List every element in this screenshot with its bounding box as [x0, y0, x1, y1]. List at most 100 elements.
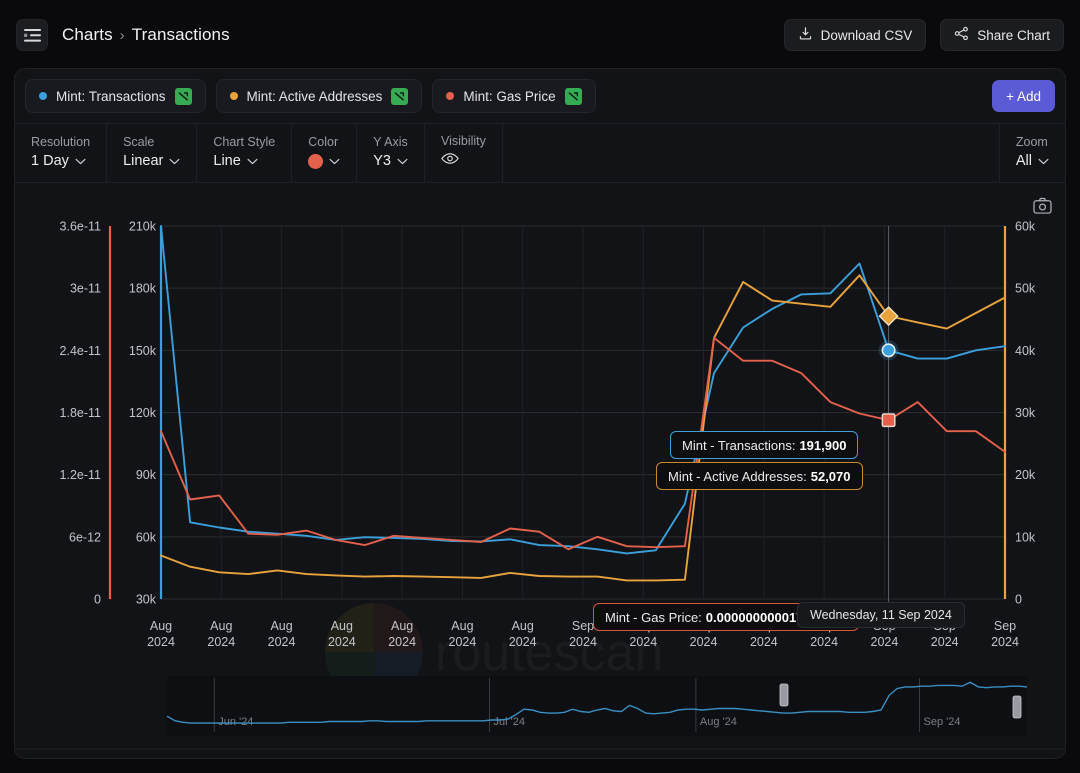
x-axis-tick-label: Aug	[451, 619, 473, 633]
x-axis-tick-label: 2024	[569, 635, 597, 649]
chart-card: Mint: Transactions Mint: Active Addresse…	[14, 68, 1066, 759]
x-axis-tick-label: Sep	[753, 619, 775, 633]
axis-tick-label: 1.2e-11	[60, 468, 102, 482]
axis-tick-label: 60k	[136, 530, 157, 544]
share-chart-button[interactable]: Share Chart	[940, 19, 1064, 51]
x-axis-tick-label: 2024	[750, 635, 778, 649]
line-chart-icon[interactable]	[174, 87, 192, 105]
control-chart-style[interactable]: Chart Style Line	[197, 124, 293, 182]
control-value: All	[1015, 152, 1032, 169]
control-value-wrap: Y3	[373, 153, 408, 170]
breadcrumb-root[interactable]: Charts	[62, 25, 113, 45]
axis-tick-label: 150k	[129, 344, 157, 358]
control-label: Y Axis	[373, 134, 408, 149]
control-zoom[interactable]: Zoom All	[1000, 124, 1065, 182]
add-series-button[interactable]: + Add	[992, 80, 1055, 112]
chevron-down-icon	[75, 153, 86, 170]
series-color-dot	[446, 92, 455, 100]
axis-tick-label: 20k	[1015, 468, 1036, 482]
navigator-handle-left	[779, 683, 789, 707]
x-axis-tick-label: 2024	[931, 635, 959, 649]
axis-tick-label: 120k	[129, 406, 157, 420]
page-header: Charts › Transactions Download CSV Share…	[0, 0, 1080, 70]
share-chart-label: Share Chart	[977, 27, 1050, 43]
x-axis-tick-label: 2024	[328, 635, 356, 649]
axis-tick-label: 90k	[136, 468, 157, 482]
x-axis-tick-label: Sep	[934, 619, 956, 633]
control-value-wrap	[308, 153, 340, 170]
series-chip-active-addresses[interactable]: Mint: Active Addresses	[215, 79, 423, 113]
control-visibility[interactable]: Visibility	[425, 124, 503, 182]
x-axis-tick-label: 2024	[449, 635, 477, 649]
control-scale[interactable]: Scale Linear	[107, 124, 198, 182]
series-chip-label: Mint: Active Addresses	[246, 88, 383, 104]
control-value-wrap: 1 Day	[31, 153, 90, 170]
line-chart-icon[interactable]	[391, 87, 409, 105]
series-chip-gas-price[interactable]: Mint: Gas Price	[432, 79, 596, 113]
marker-active-addresses	[878, 306, 899, 327]
axis-tick-label: 210k	[129, 220, 157, 234]
chevron-down-icon	[329, 153, 340, 170]
axis-tick-label: 10k	[1015, 530, 1036, 544]
control-label: Zoom	[1015, 134, 1048, 149]
control-value: Linear	[123, 152, 164, 169]
axis-tick-label: 2.4e-11	[60, 344, 102, 358]
eye-icon[interactable]	[441, 152, 459, 170]
control-value: Y3	[373, 152, 391, 169]
axis-tick-label: 1.8e-11	[60, 406, 102, 420]
x-axis-tick-label: 2024	[871, 635, 899, 649]
sidebar-toggle-icon[interactable]	[16, 19, 48, 51]
breadcrumb: Charts › Transactions	[62, 25, 230, 45]
chart-plot-area[interactable]: routescan 0 6e-12 1.2e-11 1.8e-11 2.4e-11 3e-1…	[15, 183, 1066, 758]
axis-tick-label: 30k	[1015, 406, 1036, 420]
control-value-wrap: Linear	[123, 153, 180, 170]
series-chips: Mint: Transactions Mint: Active Addresse…	[15, 69, 1065, 123]
x-axis-tick-label: Aug	[331, 619, 353, 633]
axis-tick-label: 0	[1015, 593, 1022, 607]
control-y-axis[interactable]: Y Axis Y3	[357, 124, 425, 182]
axis-tick-label: 6e-12	[69, 530, 101, 544]
x-axis-tick-label: Aug	[391, 619, 413, 633]
line-chart-icon[interactable]	[564, 87, 582, 105]
marker-transactions	[881, 343, 896, 358]
x-axis-tick-label: Sep	[692, 619, 714, 633]
x-axis-tick-label: 2024	[690, 635, 718, 649]
x-axis-tick-label: Aug	[210, 619, 232, 633]
navigator-tick-label: Sep '24	[924, 716, 961, 728]
controls-spacer	[503, 124, 1000, 182]
navigator-track	[167, 676, 1027, 736]
x-axis-tick-label: 2024	[991, 635, 1019, 649]
x-axis-tick-label: Sep	[994, 619, 1016, 633]
x-axis-tick-label: Aug	[270, 619, 292, 633]
axis-tick-label: 180k	[129, 282, 157, 296]
series-chip-transactions[interactable]: Mint: Transactions	[25, 79, 206, 113]
control-resolution[interactable]: Resolution 1 Day	[15, 124, 108, 182]
navigator-handle-right	[1012, 695, 1022, 719]
control-value-wrap	[441, 152, 486, 171]
navigator-tick-label: Aug '24	[700, 716, 737, 728]
x-axis-tick-label: 2024	[147, 635, 175, 649]
x-axis-tick-label: Aug	[512, 619, 534, 633]
axis-tick-label: 30k	[136, 593, 157, 607]
x-axis-tick-label: Sep	[572, 619, 594, 633]
series-color-dot	[229, 92, 238, 100]
control-color[interactable]: Color	[292, 124, 358, 182]
series-chip-label: Mint: Transactions	[56, 88, 166, 104]
share-icon	[954, 26, 969, 44]
x-axis-tick-label: 2024	[268, 635, 296, 649]
download-csv-button[interactable]: Download CSV	[783, 19, 927, 51]
chart-canvas[interactable]: routescan06e-121.2e-111.8e-112.4e-113e-1…	[15, 183, 1066, 758]
color-swatch[interactable]	[308, 153, 324, 169]
series-chip-label: Mint: Gas Price	[463, 88, 556, 104]
chevron-down-icon	[169, 153, 180, 170]
axis-tick-label: 3e-11	[70, 282, 101, 296]
axis-tick-label: 60k	[1015, 220, 1036, 234]
chevron-down-icon	[247, 153, 258, 170]
control-value: 1 Day	[31, 152, 69, 169]
x-axis-tick-label: 2024	[810, 635, 838, 649]
axis-tick-label: 40k	[1015, 344, 1036, 358]
x-axis-tick-label: 2024	[629, 635, 657, 649]
axis-tick-label: 3.6e-11	[60, 220, 102, 234]
marker-gas-price	[881, 413, 896, 428]
breadcrumb-separator: ›	[119, 27, 125, 44]
